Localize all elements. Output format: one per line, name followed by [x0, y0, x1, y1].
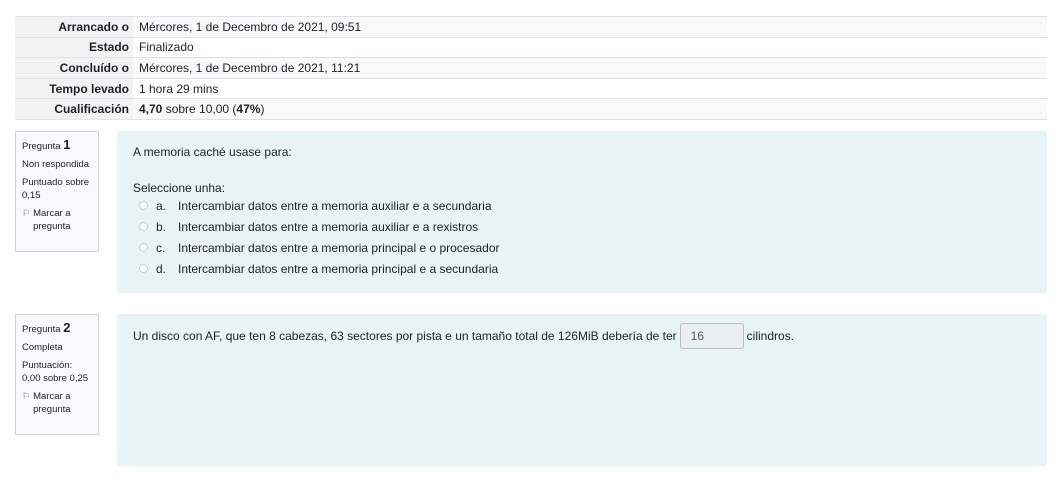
summary-label: Tempo levado: [15, 77, 133, 99]
option-text: Intercambiar datos entre a memoria auxil…: [178, 219, 479, 234]
summary-row-completed: Concluído o Mércores, 1 de Decembro de 2…: [15, 57, 1047, 79]
option-letter: c.: [156, 240, 166, 255]
question-status: Non respondida: [22, 159, 90, 170]
question-score: Puntuado sobre 0,15: [22, 177, 90, 201]
flag-question-link[interactable]: ⚐ Marcar a pregunta: [22, 390, 92, 416]
question-label: Pregunta: [22, 324, 61, 335]
flag-label: Marcar a pregunta: [33, 208, 71, 232]
option-text: Intercambiar datos entre a memoria princ…: [178, 240, 500, 255]
question-1-content: A memoria caché usase para: Seleccione u…: [117, 131, 1047, 293]
summary-row-state: Estado Finalizado: [15, 36, 1047, 58]
flag-icon: ⚐: [22, 208, 31, 218]
radio-button[interactable]: [139, 201, 148, 210]
question-number: 2: [63, 320, 71, 335]
answer-option-b[interactable]: b. Intercambiar datos entre a memoria au…: [133, 216, 1031, 237]
flag-icon: ⚐: [22, 391, 31, 401]
summary-value: 4,70 sobre 10,00 (47%): [133, 98, 1047, 120]
radio-button[interactable]: [139, 222, 148, 231]
grade-end: ): [260, 102, 265, 117]
answer-options: a. Intercambiar datos entre a memoria au…: [133, 195, 1031, 279]
option-letter: d.: [156, 261, 167, 276]
question-2-info: Pregunta 2 Completa Puntuación: 0,00 sob…: [15, 314, 99, 435]
answer-option-a[interactable]: a. Intercambiar datos entre a memoria au…: [133, 195, 1031, 216]
summary-value: Mércores, 1 de Decembro de 2021, 11:21: [133, 57, 1047, 79]
option-letter: b.: [156, 219, 167, 234]
question-score: Puntuación: 0,00 sobre 0,25: [22, 360, 89, 384]
attempt-summary-table: Arrancado o Mércores, 1 de Decembro de 2…: [15, 16, 1047, 120]
summary-label: Arrancado o: [15, 16, 133, 38]
flag-label: Marcar a pregunta: [33, 391, 71, 415]
summary-row-started: Arrancado o Mércores, 1 de Decembro de 2…: [15, 16, 1047, 38]
summary-row-grade: Cualificación 4,70 sobre 10,00 (47%): [15, 98, 1047, 120]
radio-button[interactable]: [139, 264, 148, 273]
option-letter: a.: [156, 198, 167, 213]
question-text-after: cilindros.: [746, 329, 795, 343]
summary-row-time-taken: Tempo levado 1 hora 29 mins: [15, 77, 1047, 99]
answer-option-d[interactable]: d. Intercambiar datos entre a memoria pr…: [133, 258, 1031, 279]
option-text: Intercambiar datos entre a memoria princ…: [178, 261, 499, 276]
question-1-info: Pregunta 1 Non respondida Puntuado sobre…: [15, 131, 99, 252]
summary-label: Concluído o: [15, 57, 133, 79]
question-label: Pregunta: [22, 141, 61, 152]
summary-value: Mércores, 1 de Decembro de 2021, 09:51: [133, 16, 1047, 38]
summary-label: Estado: [15, 36, 133, 58]
grade-middle: sobre 10,00 (: [162, 102, 237, 117]
option-text: Intercambiar datos entre a memoria auxil…: [178, 198, 492, 213]
question-text-before: Un disco con AF, que ten 8 cabezas, 63 s…: [133, 329, 677, 343]
radio-button[interactable]: [139, 243, 148, 252]
question-number: 1: [63, 137, 71, 152]
question-2-content: Un disco con AF, que ten 8 cabezas, 63 s…: [117, 314, 1047, 466]
answer-option-c[interactable]: c. Intercambiar datos entre a memoria pr…: [133, 237, 1031, 258]
summary-value: Finalizado: [133, 36, 1047, 58]
summary-value: 1 hora 29 mins: [133, 77, 1047, 99]
flag-question-link[interactable]: ⚐ Marcar a pregunta: [22, 207, 92, 233]
question-status: Completa: [22, 342, 63, 353]
answer-input[interactable]: [679, 323, 744, 349]
select-one-label: Seleccione unha:: [133, 181, 226, 195]
grade-percent: 47%: [236, 102, 261, 117]
summary-label: Cualificación: [15, 98, 133, 120]
grade-value: 4,70: [139, 102, 163, 117]
question-prompt: A memoria caché usase para:: [133, 145, 292, 159]
